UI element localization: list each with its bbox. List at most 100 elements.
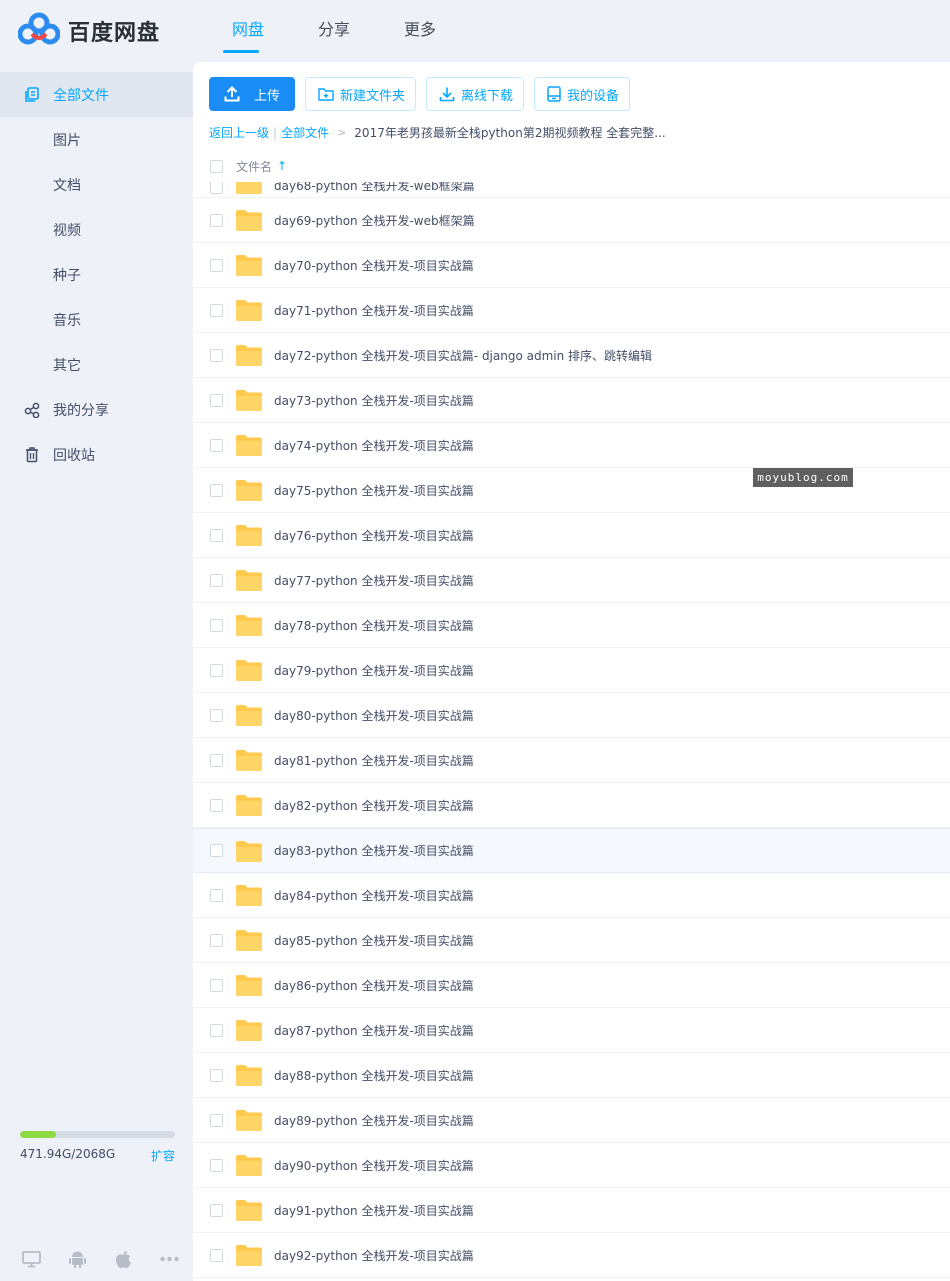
file-row[interactable]: day85-python 全栈开发-项目实战篇 xyxy=(193,918,950,963)
android-icon[interactable] xyxy=(67,1249,87,1269)
file-row[interactable]: day73-python 全栈开发-项目实战篇 xyxy=(193,378,950,423)
file-name[interactable]: day71-python 全栈开发-项目实战篇 xyxy=(274,302,474,319)
desktop-icon[interactable] xyxy=(21,1249,41,1269)
sidebar-item-music[interactable]: 音乐 xyxy=(0,297,193,342)
file-name[interactable]: day89-python 全栈开发-项目实战篇 xyxy=(274,1112,474,1129)
row-checkbox[interactable] xyxy=(210,888,223,902)
file-name[interactable]: day84-python 全栈开发-项目实战篇 xyxy=(274,887,474,904)
file-row[interactable]: day70-python 全栈开发-项目实战篇 xyxy=(193,243,950,288)
row-checkbox[interactable] xyxy=(210,618,223,632)
tab-share[interactable]: 分享 xyxy=(291,0,377,62)
row-checkbox[interactable] xyxy=(210,181,223,194)
file-name[interactable]: day72-python 全栈开发-项目实战篇- django admin 排序… xyxy=(274,347,652,364)
file-name[interactable]: day88-python 全栈开发-项目实战篇 xyxy=(274,1067,474,1084)
upload-button-label: 上传 xyxy=(254,88,281,104)
file-row[interactable]: day69-python 全栈开发-web框架篇 xyxy=(193,198,950,243)
file-row[interactable]: day81-python 全栈开发-项目实战篇 xyxy=(193,738,950,783)
file-name[interactable]: day83-python 全栈开发-项目实战篇 xyxy=(274,842,474,859)
row-checkbox[interactable] xyxy=(210,483,223,497)
upload-button[interactable]: 上传 xyxy=(209,77,295,111)
file-name[interactable]: day91-python 全栈开发-项目实战篇 xyxy=(274,1202,474,1219)
row-checkbox[interactable] xyxy=(210,663,223,677)
file-row[interactable]: day74-python 全栈开发-项目实战篇 xyxy=(193,423,950,468)
breadcrumb-back-link[interactable]: 返回上一级 xyxy=(209,124,269,141)
sidebar-item-all-files[interactable]: 全部文件 xyxy=(0,72,193,117)
file-row[interactable]: day88-python 全栈开发-项目实战篇 xyxy=(193,1053,950,1098)
file-row[interactable]: day72-python 全栈开发-项目实战篇- django admin 排序… xyxy=(193,333,950,378)
row-checkbox[interactable] xyxy=(210,978,223,992)
file-name[interactable]: day75-python 全栈开发-项目实战篇 xyxy=(274,482,474,499)
file-name[interactable]: day78-python 全栈开发-项目实战篇 xyxy=(274,617,474,634)
expand-storage-link[interactable]: 扩容 xyxy=(151,1147,175,1164)
row-checkbox[interactable] xyxy=(210,393,223,407)
file-row[interactable]: day89-python 全栈开发-项目实战篇 xyxy=(193,1098,950,1143)
row-checkbox[interactable] xyxy=(210,753,223,767)
file-name[interactable]: day92-python 全栈开发-项目实战篇 xyxy=(274,1247,474,1264)
tab-netdisk[interactable]: 网盘 xyxy=(205,0,291,62)
select-all-checkbox[interactable] xyxy=(210,159,223,173)
row-checkbox[interactable] xyxy=(210,258,223,272)
file-row[interactable]: day90-python 全栈开发-项目实战篇 xyxy=(193,1143,950,1188)
file-name[interactable]: day87-python 全栈开发-项目实战篇 xyxy=(274,1022,474,1039)
new-folder-button[interactable]: 新建文件夹 xyxy=(305,77,417,111)
file-row[interactable]: day84-python 全栈开发-项目实战篇 xyxy=(193,873,950,918)
row-checkbox[interactable] xyxy=(210,303,223,317)
file-name[interactable]: day74-python 全栈开发-项目实战篇 xyxy=(274,437,474,454)
row-checkbox[interactable] xyxy=(210,1158,223,1172)
sidebar-item-documents[interactable]: 文档 xyxy=(0,162,193,207)
file-row[interactable]: day86-python 全栈开发-项目实战篇 xyxy=(193,963,950,1008)
file-name[interactable]: day69-python 全栈开发-web框架篇 xyxy=(274,212,475,229)
more-icon[interactable] xyxy=(159,1249,179,1269)
row-checkbox[interactable] xyxy=(210,528,223,542)
tab-more[interactable]: 更多 xyxy=(377,0,463,62)
row-checkbox[interactable] xyxy=(210,708,223,722)
row-checkbox[interactable] xyxy=(210,1113,223,1127)
file-row[interactable]: day78-python 全栈开发-项目实战篇 xyxy=(193,603,950,648)
row-checkbox[interactable] xyxy=(210,1203,223,1217)
row-checkbox[interactable] xyxy=(210,1023,223,1037)
filename-column-header[interactable]: 文件名 xyxy=(236,158,272,175)
sidebar-item-recycle-bin[interactable]: 回收站 xyxy=(0,432,193,477)
file-row[interactable]: day82-python 全栈开发-项目实战篇 xyxy=(193,783,950,828)
sidebar-item-torrents[interactable]: 种子 xyxy=(0,252,193,297)
file-row[interactable]: day91-python 全栈开发-项目实战篇 xyxy=(193,1188,950,1233)
file-row[interactable]: day80-python 全栈开发-项目实战篇 xyxy=(193,693,950,738)
sidebar-item-images[interactable]: 图片 xyxy=(0,117,193,162)
row-checkbox[interactable] xyxy=(210,933,223,947)
row-checkbox[interactable] xyxy=(210,1068,223,1082)
row-checkbox[interactable] xyxy=(210,348,223,362)
file-name[interactable]: day77-python 全栈开发-项目实战篇 xyxy=(274,572,474,589)
row-checkbox[interactable] xyxy=(210,573,223,587)
file-name[interactable]: day79-python 全栈开发-项目实战篇 xyxy=(274,662,474,679)
apple-icon[interactable] xyxy=(113,1249,133,1269)
file-name[interactable]: day76-python 全栈开发-项目实战篇 xyxy=(274,527,474,544)
row-checkbox[interactable] xyxy=(210,438,223,452)
row-checkbox[interactable] xyxy=(210,1248,223,1262)
offline-download-button[interactable]: 离线下载 xyxy=(426,77,525,111)
file-name[interactable]: day70-python 全栈开发-项目实战篇 xyxy=(274,257,474,274)
sidebar-item-my-share[interactable]: 我的分享 xyxy=(0,387,193,432)
row-checkbox[interactable] xyxy=(210,798,223,812)
file-name[interactable]: day73-python 全栈开发-项目实战篇 xyxy=(274,392,474,409)
file-name[interactable]: day81-python 全栈开发-项目实战篇 xyxy=(274,752,474,769)
row-checkbox[interactable] xyxy=(210,213,223,227)
breadcrumb-root-link[interactable]: 全部文件 xyxy=(281,124,329,141)
row-checkbox[interactable] xyxy=(210,844,223,857)
file-row[interactable]: day87-python 全栈开发-项目实战篇 xyxy=(193,1008,950,1053)
file-row[interactable]: day79-python 全栈开发-项目实战篇 xyxy=(193,648,950,693)
file-name[interactable]: day80-python 全栈开发-项目实战篇 xyxy=(274,707,474,724)
my-devices-button[interactable]: 我的设备 xyxy=(534,77,631,111)
file-row[interactable]: day92-python 全栈开发-项目实战篇 xyxy=(193,1233,950,1278)
file-row[interactable]: day77-python 全栈开发-项目实战篇 xyxy=(193,558,950,603)
file-name[interactable]: day90-python 全栈开发-项目实战篇 xyxy=(274,1157,474,1174)
sort-ascending-icon[interactable]: ↑ xyxy=(277,159,287,173)
sidebar-item-videos[interactable]: 视频 xyxy=(0,207,193,252)
file-name[interactable]: day85-python 全栈开发-项目实战篇 xyxy=(274,932,474,949)
sidebar-item-other[interactable]: 其它 xyxy=(0,342,193,387)
baidu-netdisk-logo[interactable]: 百度网盘 xyxy=(17,12,160,49)
file-row[interactable]: day71-python 全栈开发-项目实战篇 xyxy=(193,288,950,333)
file-row[interactable]: day76-python 全栈开发-项目实战篇 xyxy=(193,513,950,558)
file-name[interactable]: day82-python 全栈开发-项目实战篇 xyxy=(274,797,474,814)
file-name[interactable]: day86-python 全栈开发-项目实战篇 xyxy=(274,977,474,994)
file-row[interactable]: day83-python 全栈开发-项目实战篇 xyxy=(193,828,950,873)
